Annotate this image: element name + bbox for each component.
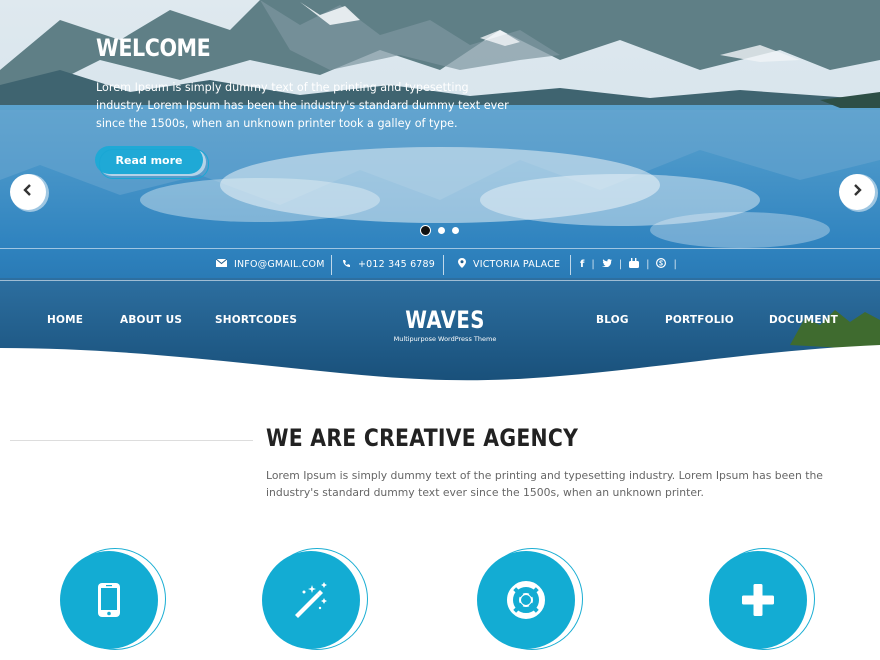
feature-magic[interactable] bbox=[262, 548, 368, 654]
phone-text: +012 345 6789 bbox=[358, 259, 436, 270]
slider-dot[interactable] bbox=[420, 225, 431, 236]
mobile-icon bbox=[97, 582, 121, 618]
separator bbox=[331, 255, 332, 275]
feature-support[interactable] bbox=[477, 548, 583, 654]
phone-icon bbox=[342, 259, 351, 271]
map-marker-icon bbox=[458, 258, 466, 271]
nav-about-us[interactable]: ABOUT US bbox=[120, 314, 182, 326]
section-text: Lorem Ipsum is simply dummy text of the … bbox=[266, 469, 823, 499]
envelope-icon bbox=[215, 258, 228, 270]
nav-shortcodes[interactable]: SHORTCODES bbox=[215, 314, 297, 326]
nav-document[interactable]: DOCUMENT bbox=[769, 314, 838, 326]
section-title: WE ARE CREATIVE AGENCY bbox=[266, 424, 579, 452]
email-text: INFO@GMAIL.COM bbox=[234, 259, 325, 270]
logo-subtitle: Multipurpose WordPress Theme bbox=[393, 335, 497, 343]
social-links: f | | | | bbox=[580, 249, 677, 280]
contact-bar: INFO@GMAIL.COM +012 345 6789 VICTORIA PA… bbox=[0, 248, 880, 281]
slider-dot[interactable] bbox=[438, 227, 445, 234]
location-text: VICTORIA PALACE bbox=[473, 259, 561, 270]
hero-slider: WELCOME Lorem Ipsum is simply dummy text… bbox=[0, 0, 880, 385]
section-divider bbox=[10, 440, 253, 441]
location-info[interactable]: VICTORIA PALACE bbox=[458, 249, 560, 280]
hero-title: WELCOME bbox=[96, 34, 211, 62]
nav-blog[interactable]: BLOG bbox=[596, 314, 629, 326]
nav-home[interactable]: HOME bbox=[47, 314, 83, 326]
slider-dots bbox=[420, 225, 459, 236]
chevron-right-icon bbox=[852, 184, 862, 200]
separator: | bbox=[673, 259, 677, 270]
skype-icon[interactable] bbox=[656, 257, 667, 271]
chevron-left-icon bbox=[23, 184, 33, 200]
separator: | bbox=[618, 259, 623, 270]
site-logo[interactable]: WAVES Multipurpose WordPress Theme bbox=[380, 306, 510, 343]
separator bbox=[443, 255, 444, 275]
plus-icon bbox=[742, 584, 774, 616]
separator: | bbox=[646, 259, 650, 270]
youtube-icon[interactable] bbox=[629, 258, 640, 271]
feature-mobile[interactable] bbox=[60, 548, 166, 654]
facebook-icon[interactable]: f bbox=[580, 259, 584, 270]
magic-wand-icon bbox=[292, 582, 330, 618]
read-more-button[interactable]: Read more bbox=[95, 146, 209, 179]
slider-next-button[interactable] bbox=[839, 174, 875, 210]
feature-circle bbox=[262, 551, 360, 649]
separator: | bbox=[591, 259, 595, 270]
separator bbox=[570, 255, 571, 275]
twitter-icon[interactable] bbox=[601, 259, 612, 270]
feature-circle bbox=[60, 551, 158, 649]
feature-circle bbox=[477, 551, 575, 649]
nav-portfolio[interactable]: PORTFOLIO bbox=[665, 314, 734, 326]
slider-prev-button[interactable] bbox=[10, 174, 46, 210]
lifebuoy-icon bbox=[506, 580, 546, 620]
hero-text: Lorem Ipsum is simply dummy text of the … bbox=[96, 81, 509, 130]
email-info[interactable]: INFO@GMAIL.COM bbox=[215, 249, 325, 280]
feature-circle bbox=[709, 551, 807, 649]
phone-info[interactable]: +012 345 6789 bbox=[342, 249, 435, 280]
feature-add[interactable] bbox=[709, 548, 815, 654]
logo-title: WAVES bbox=[405, 306, 485, 334]
slider-dot[interactable] bbox=[452, 227, 459, 234]
